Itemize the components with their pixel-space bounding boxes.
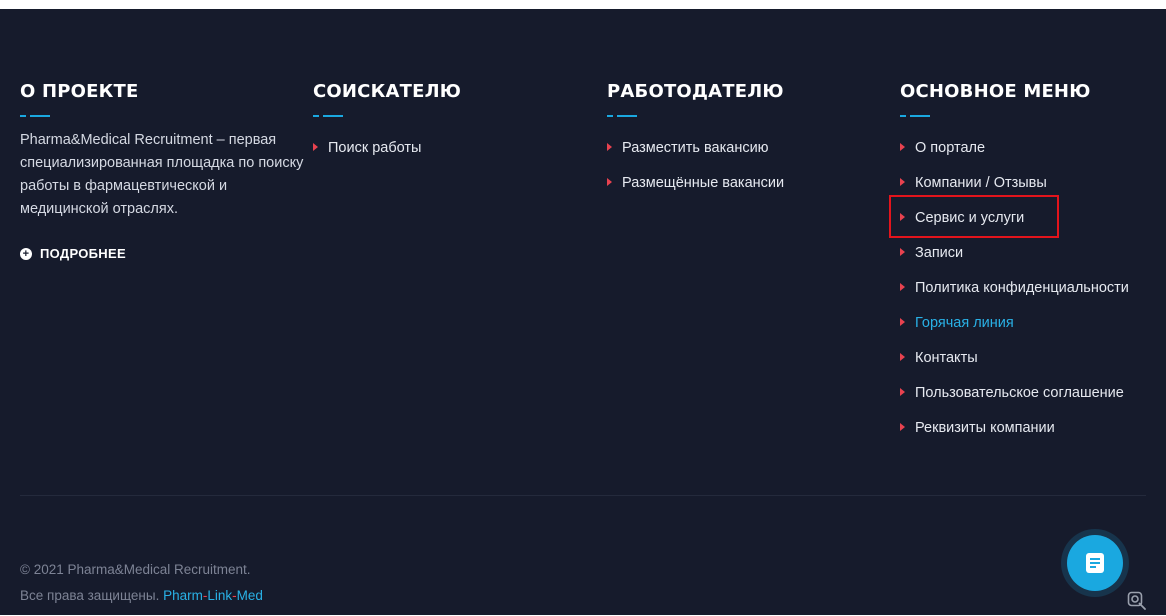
main-menu-column: ОСНОВНОЕ МЕНЮ О портале Компании / Отзыв… xyxy=(900,81,1129,445)
caret-right-icon xyxy=(900,178,905,186)
employer-menu: Разместить вакансию Размещённые вакансии xyxy=(607,130,784,200)
menu-item-label: Записи xyxy=(915,244,964,261)
caret-right-icon xyxy=(900,143,905,151)
about-description: Pharma&Medical Recruitment – первая спец… xyxy=(20,132,304,217)
menu-item-hotline[interactable]: Горячая линия xyxy=(900,305,1129,340)
copyright: © 2021 Pharma&Medical Recruitment. Все п… xyxy=(20,557,263,609)
menu-item-label: О портале xyxy=(915,139,986,156)
rights-text: Все права защищены. xyxy=(20,588,160,603)
brand-link[interactable]: Pharm-Link-Med xyxy=(163,588,263,603)
search-icon xyxy=(1127,591,1146,610)
main-menu-title: ОСНОВНОЕ МЕНЮ xyxy=(900,81,1091,102)
chat-button[interactable] xyxy=(1067,535,1123,591)
caret-right-icon xyxy=(900,248,905,256)
highlight-annotation xyxy=(889,195,1059,238)
menu-item-job-search[interactable]: Поиск работы xyxy=(313,130,461,165)
seeker-title: СОИСКАТЕЛЮ xyxy=(313,81,462,102)
menu-item-label: Компании / Отзывы xyxy=(915,174,1047,191)
title-underline xyxy=(900,115,1129,117)
chat-icon xyxy=(1086,553,1104,573)
caret-right-icon xyxy=(900,318,905,326)
caret-right-icon xyxy=(607,143,612,151)
menu-item-label: Поиск работы xyxy=(328,139,422,156)
caret-right-icon xyxy=(900,283,905,291)
employer-column: РАБОТОДАТЕЛЮ Разместить вакансию Размещё… xyxy=(607,81,784,200)
menu-item-posted-vacancies[interactable]: Размещённые вакансии xyxy=(607,165,784,200)
title-underline xyxy=(20,115,305,117)
menu-item-post-vacancy[interactable]: Разместить вакансию xyxy=(607,130,784,165)
caret-right-icon xyxy=(900,353,905,361)
rights-line: Все права защищены. Pharm-Link-Med xyxy=(20,583,263,609)
caret-right-icon xyxy=(313,143,318,151)
copyright-line: © 2021 Pharma&Medical Recruitment. xyxy=(20,562,251,577)
brand-part: Med xyxy=(236,588,263,603)
more-link-label: ПОДРОБНЕЕ xyxy=(40,246,126,261)
brand-part: Pharm xyxy=(163,588,203,603)
menu-item-label: Размещённые вакансии xyxy=(622,174,785,191)
menu-item-label: Контакты xyxy=(915,349,978,366)
menu-item-privacy-policy[interactable]: Политика конфиденциальности xyxy=(900,270,1129,305)
menu-item-company-details[interactable]: Реквизиты компании xyxy=(900,410,1129,445)
menu-item-posts[interactable]: Записи xyxy=(900,235,1129,270)
plus-circle-icon: + xyxy=(20,247,32,260)
caret-right-icon xyxy=(607,178,612,186)
site-footer: О ПРОЕКТЕ Pharma&Medical Recruitment – п… xyxy=(0,9,1166,615)
about-column: О ПРОЕКТЕ Pharma&Medical Recruitment – п… xyxy=(20,81,305,261)
main-menu: О портале Компании / Отзывы Сервис и усл… xyxy=(900,130,1129,445)
caret-right-icon xyxy=(900,388,905,396)
menu-item-about-portal[interactable]: О портале xyxy=(900,130,1129,165)
title-underline xyxy=(313,115,461,117)
menu-item-contacts[interactable]: Контакты xyxy=(900,340,1129,375)
footer-divider xyxy=(20,495,1146,496)
title-underline xyxy=(607,115,784,117)
menu-item-label: Разместить вакансию xyxy=(622,139,769,156)
caret-right-icon xyxy=(900,423,905,431)
search-widget[interactable] xyxy=(1127,591,1147,611)
brand-part: Link xyxy=(207,588,233,603)
menu-item-label: Политика конфиденциальности xyxy=(915,279,1129,296)
about-title: О ПРОЕКТЕ xyxy=(20,81,139,102)
seeker-menu: Поиск работы xyxy=(313,130,461,165)
menu-item-label: Пользовательское соглашение xyxy=(915,384,1124,401)
employer-title: РАБОТОДАТЕЛЮ xyxy=(607,81,784,102)
menu-item-label: Горячая линия xyxy=(915,314,1014,331)
menu-item-user-agreement[interactable]: Пользовательское соглашение xyxy=(900,375,1129,410)
seeker-column: СОИСКАТЕЛЮ Поиск работы xyxy=(313,81,461,165)
more-link[interactable]: + ПОДРОБНЕЕ xyxy=(20,246,305,261)
menu-item-label: Реквизиты компании xyxy=(915,419,1055,436)
